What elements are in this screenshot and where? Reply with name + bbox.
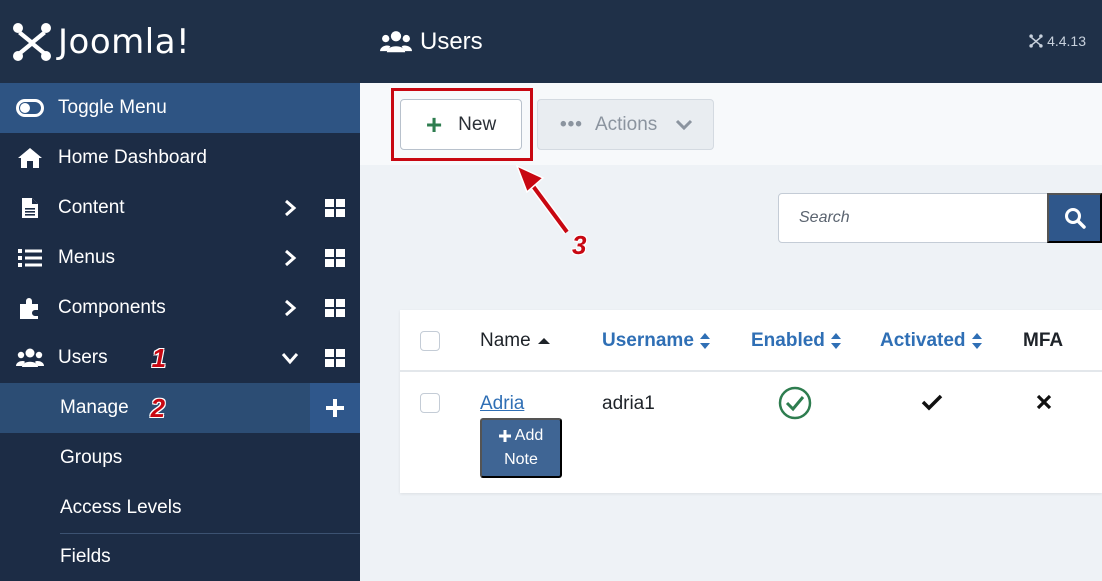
actions-dropdown[interactable]: ••• Actions <box>537 99 714 150</box>
sort-asc-icon <box>537 338 550 344</box>
column-header-enabled[interactable]: Enabled <box>751 330 842 352</box>
users-icon <box>380 30 412 52</box>
add-note-button[interactable]: Add Note <box>480 418 562 478</box>
chevron-right-icon[interactable] <box>280 248 300 268</box>
column-header-name[interactable]: Name <box>480 330 551 352</box>
activated-status <box>921 393 943 417</box>
sidebar-subitem-label: Manage <box>60 397 129 418</box>
toggle-menu-button[interactable]: Toggle Menu <box>0 83 360 133</box>
add-note-label-line1: Add <box>514 427 544 444</box>
sidebar-item-label: Home Dashboard <box>58 147 207 168</box>
mfa-status <box>1036 394 1052 416</box>
brand-name: Joomla! <box>58 21 191 62</box>
page-header: Users 4.4.13 <box>360 0 1102 83</box>
username-cell: adria1 <box>602 393 655 414</box>
joomla-logo-icon <box>13 22 51 61</box>
sidebar-item-components[interactable]: Components <box>0 283 360 333</box>
sidebar-item-label: Components <box>58 297 166 318</box>
toggle-menu-label: Toggle Menu <box>58 97 167 118</box>
list-icon <box>16 246 44 270</box>
table-header: Name Username Enabled Activated MFA <box>400 310 1102 372</box>
select-all-checkbox[interactable] <box>420 331 440 351</box>
sidebar: Joomla! Toggle Menu Home Dashboard Conte… <box>0 0 360 581</box>
table-row: Adria adria1 Add Note <box>400 372 1102 493</box>
dashboard-grid-icon[interactable] <box>325 199 345 217</box>
version-text: 4.4.13 <box>1047 33 1086 49</box>
puzzle-icon <box>16 296 44 320</box>
plus-icon <box>326 399 344 417</box>
chevron-right-icon[interactable] <box>280 198 300 218</box>
home-icon <box>16 146 44 170</box>
brand-logo[interactable]: Joomla! <box>0 0 360 83</box>
sidebar-item-menus[interactable]: Menus <box>0 233 360 283</box>
add-user-quick-button[interactable] <box>310 383 360 433</box>
sidebar-subitem-access-levels[interactable]: Access Levels <box>0 483 360 533</box>
add-note-label-line2: Note <box>504 451 538 468</box>
step-3-highlight <box>391 88 533 161</box>
x-mark-icon <box>1036 394 1052 410</box>
sort-icon <box>971 333 982 349</box>
page-title: Users <box>420 27 483 55</box>
checkmark-icon <box>921 394 943 411</box>
chevron-down-icon <box>676 119 693 130</box>
version-badge: 4.4.13 <box>1029 33 1086 49</box>
toggle-icon <box>16 96 44 120</box>
search-button[interactable] <box>1047 193 1102 243</box>
sidebar-subitem-label: Fields <box>60 546 111 567</box>
sidebar-subitem-groups[interactable]: Groups <box>0 433 360 483</box>
joomla-logo-icon <box>1029 34 1043 48</box>
user-name-link[interactable]: Adria <box>480 393 524 415</box>
plus-icon <box>498 430 511 442</box>
chevron-right-icon[interactable] <box>280 298 300 318</box>
ellipsis-icon: ••• <box>560 113 583 135</box>
sidebar-subitem-manage[interactable]: Manage 2 <box>0 383 360 433</box>
sidebar-subitem-label: Groups <box>60 447 123 468</box>
sidebar-item-home-dashboard[interactable]: Home Dashboard <box>0 133 360 183</box>
column-header-activated[interactable]: Activated <box>880 330 983 352</box>
sort-icon <box>699 333 710 349</box>
users-icon <box>16 346 44 370</box>
sidebar-item-label: Users <box>58 347 108 368</box>
check-circle-icon <box>778 386 812 420</box>
search-icon <box>1064 208 1086 229</box>
sidebar-item-label: Content <box>58 197 125 218</box>
sidebar-item-label: Menus <box>58 247 116 268</box>
column-header-mfa: MFA <box>1023 330 1064 351</box>
search-input[interactable] <box>778 193 1048 243</box>
step-1-annotation: 1 <box>151 342 167 373</box>
dashboard-grid-icon[interactable] <box>325 249 345 267</box>
chevron-down-icon[interactable] <box>280 348 300 368</box>
sidebar-item-users[interactable]: Users 1 <box>0 333 360 383</box>
sidebar-subitem-label: Access Levels <box>60 497 182 518</box>
dashboard-grid-icon[interactable] <box>325 299 345 317</box>
sidebar-item-content[interactable]: Content <box>0 183 360 233</box>
enabled-status-button[interactable] <box>778 386 812 426</box>
column-header-username[interactable]: Username <box>602 330 711 352</box>
users-table: Name Username Enabled Activated MFA Adri… <box>400 310 1102 493</box>
sidebar-subitem-fields[interactable]: Fields <box>0 533 360 581</box>
step-3-annotation: 3 <box>572 230 587 260</box>
step-2-annotation: 2 <box>150 392 166 423</box>
dashboard-grid-icon[interactable] <box>325 349 345 367</box>
file-icon <box>16 196 44 220</box>
row-checkbox[interactable] <box>420 393 440 413</box>
actions-label: Actions <box>594 113 658 135</box>
sort-icon <box>830 333 841 349</box>
